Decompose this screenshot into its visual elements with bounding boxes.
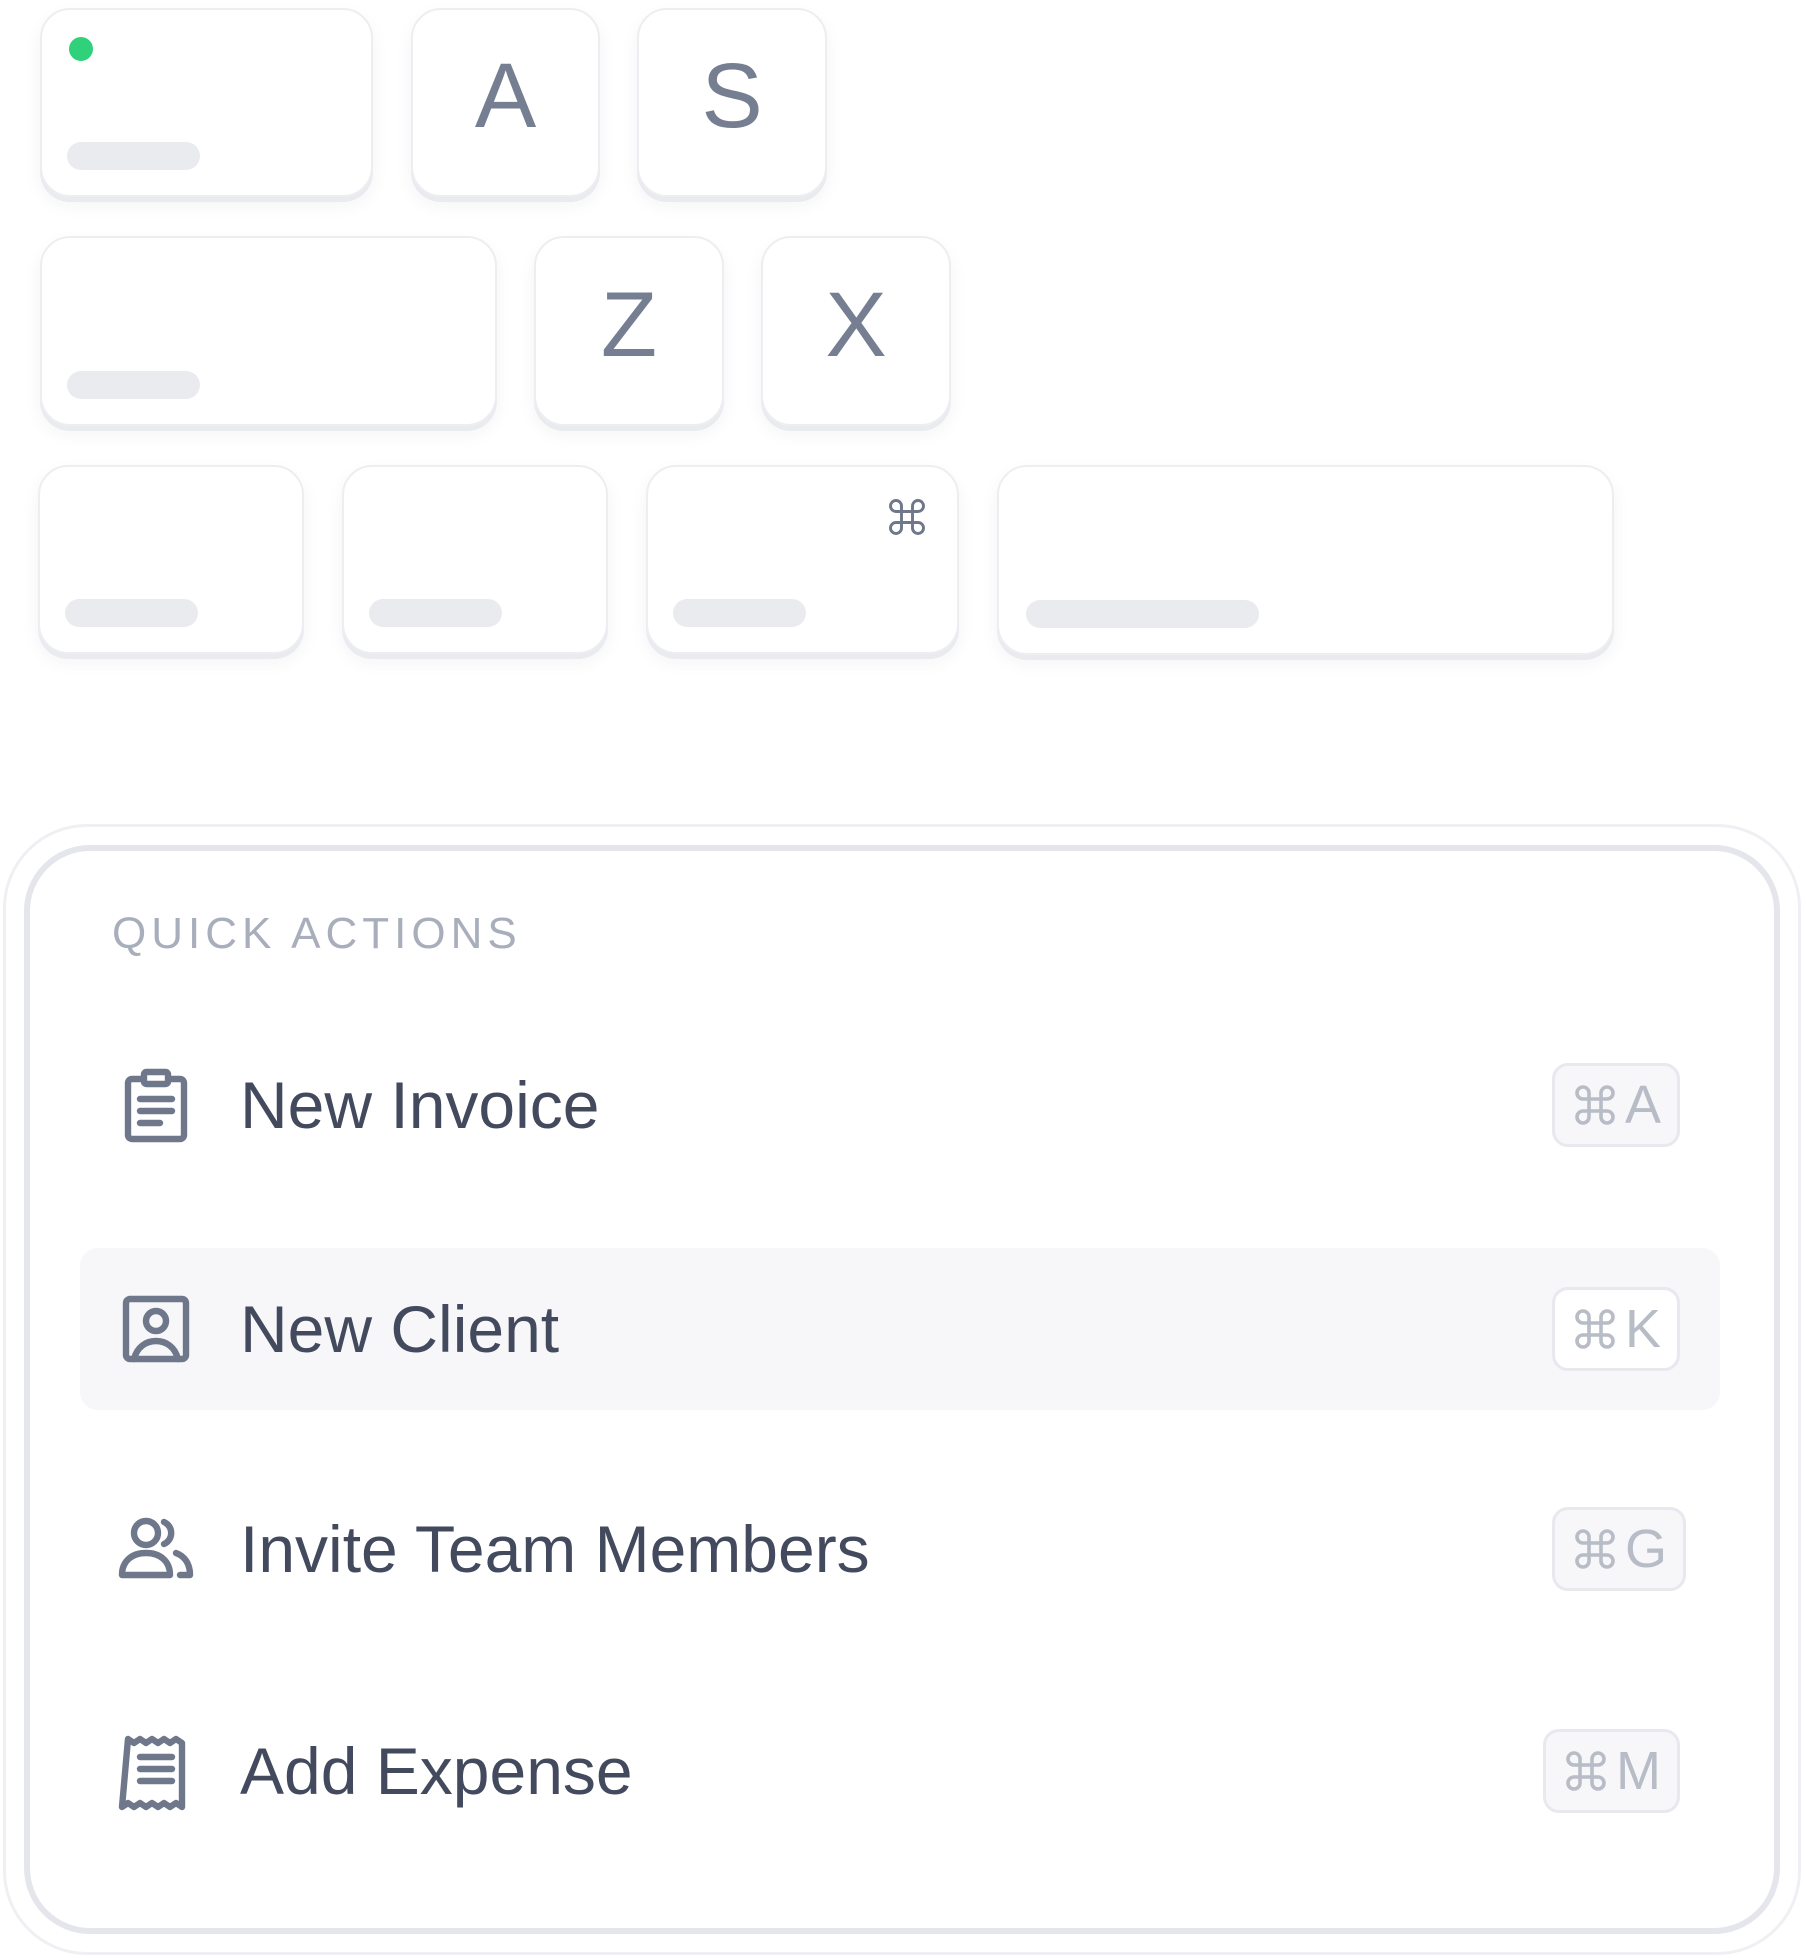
key-x[interactable]: X: [761, 236, 951, 426]
shortcut-badge: M: [1543, 1729, 1680, 1813]
shortcut-key: M: [1616, 1741, 1661, 1801]
key-z[interactable]: Z: [534, 236, 724, 426]
key-modifier-1[interactable]: [38, 465, 304, 654]
action-add-expense[interactable]: Add Expense M: [80, 1690, 1720, 1852]
command-icon: [1566, 1751, 1606, 1791]
action-label: New Invoice: [240, 1068, 600, 1142]
shortcut-badge: A: [1551, 1063, 1680, 1147]
key-label-placeholder: [1026, 600, 1259, 628]
key-label-placeholder: [369, 599, 502, 627]
shortcut-badge: G: [1551, 1507, 1686, 1591]
shortcut-key: G: [1624, 1519, 1667, 1579]
action-invite-team-members[interactable]: Invite Team Members G: [80, 1468, 1720, 1630]
action-label: Add Expense: [240, 1734, 633, 1808]
key-label-placeholder: [65, 599, 198, 627]
key-label-placeholder: [67, 142, 200, 170]
key-label-placeholder: [673, 599, 806, 627]
key-space[interactable]: [997, 465, 1614, 655]
key-a[interactable]: A: [411, 8, 600, 197]
key-label-placeholder: [67, 371, 200, 399]
command-icon: [889, 499, 925, 535]
key-command[interactable]: [646, 465, 959, 654]
command-icon: [1575, 1529, 1615, 1569]
key-legend: A: [474, 45, 537, 147]
key-legend: X: [825, 273, 887, 376]
key-s[interactable]: S: [637, 8, 827, 197]
action-label: Invite Team Members: [240, 1512, 870, 1586]
shortcut-key: A: [1624, 1075, 1661, 1135]
action-label: New Client: [240, 1292, 560, 1366]
shortcut-key: K: [1624, 1299, 1661, 1359]
key-modifier-2[interactable]: [342, 465, 608, 654]
action-new-client[interactable]: New Client K: [80, 1248, 1720, 1410]
receipt-icon: [118, 1735, 186, 1811]
shortcut-badge: K: [1551, 1287, 1680, 1371]
clipboard-icon: [124, 1068, 188, 1143]
key-esc-indicator[interactable]: [40, 8, 373, 197]
command-icon: [1575, 1085, 1615, 1125]
key-legend: S: [701, 45, 763, 147]
key-shift[interactable]: [40, 236, 497, 426]
keyboard-shortcuts-illustration: A S Z X QUICK ACTIONS New Invoice A New …: [0, 0, 1806, 1958]
key-legend: Z: [600, 273, 658, 376]
quick-actions-title: QUICK ACTIONS: [112, 909, 522, 958]
users-icon: [118, 1517, 194, 1579]
status-indicator-dot: [69, 37, 93, 61]
command-icon: [1575, 1309, 1615, 1349]
action-new-invoice[interactable]: New Invoice A: [80, 1024, 1720, 1186]
contact-card-icon: [122, 1295, 190, 1363]
